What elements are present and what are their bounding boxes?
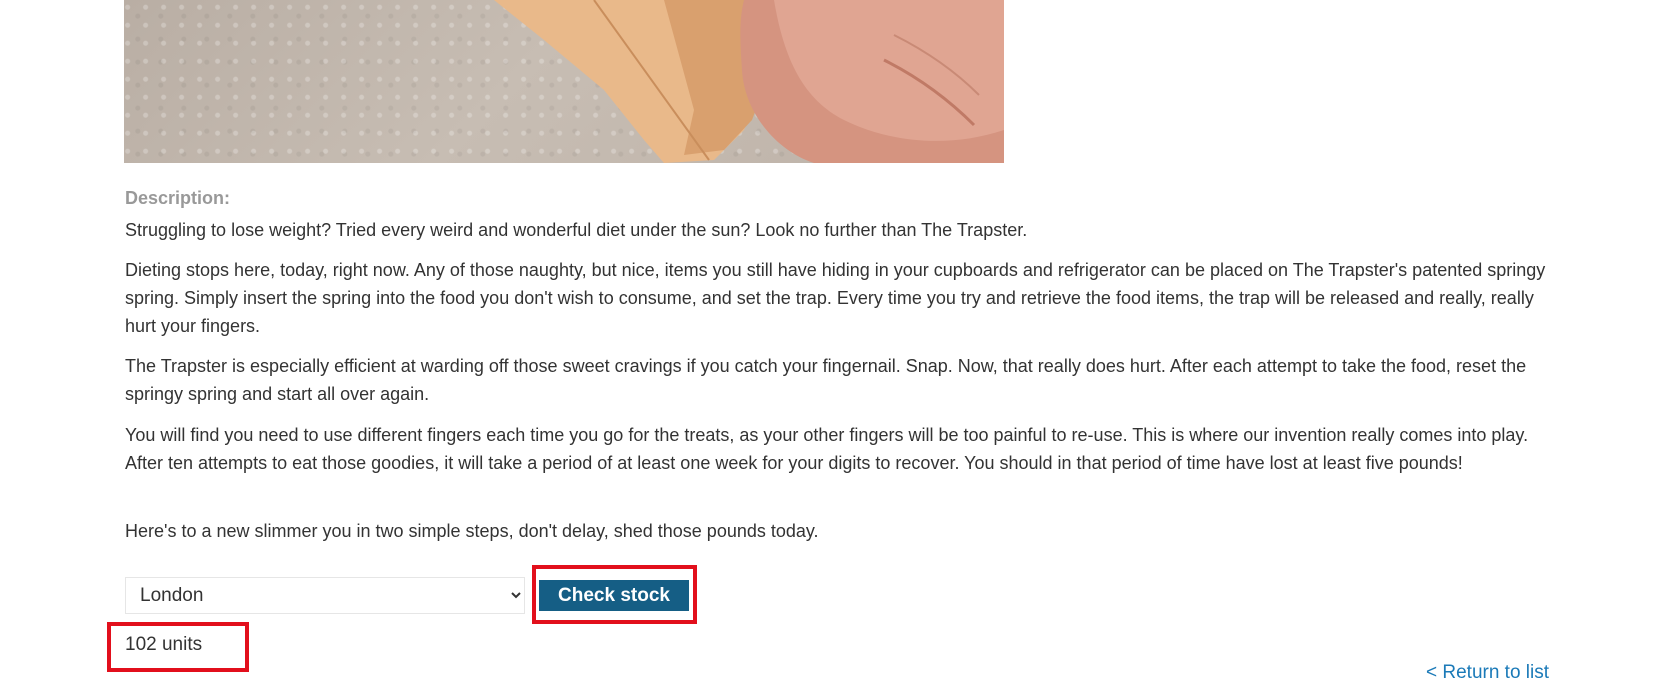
description-label: Description: <box>125 188 231 208</box>
description-paragraph: You will find you need to use different … <box>125 425 1529 473</box>
description-paragraph: The Trapster is especially efficient at … <box>125 356 1527 404</box>
stock-result: 102 units <box>125 634 203 655</box>
return-to-list-link[interactable]: < Return to list <box>1426 662 1549 684</box>
description-paragraph: Dieting stops here, today, right now. An… <box>125 260 1546 336</box>
description-paragraph: Struggling to lose weight? Tried every w… <box>125 220 1028 240</box>
check-stock-button[interactable]: Check stock <box>539 580 689 611</box>
product-page: Description: Struggling to lose weight? … <box>0 0 1659 699</box>
description-paragraph: Here's to a new slimmer you in two simpl… <box>125 521 819 541</box>
product-image <box>124 0 1004 163</box>
product-photo <box>494 0 1004 163</box>
store-select[interactable]: London <box>125 577 525 614</box>
